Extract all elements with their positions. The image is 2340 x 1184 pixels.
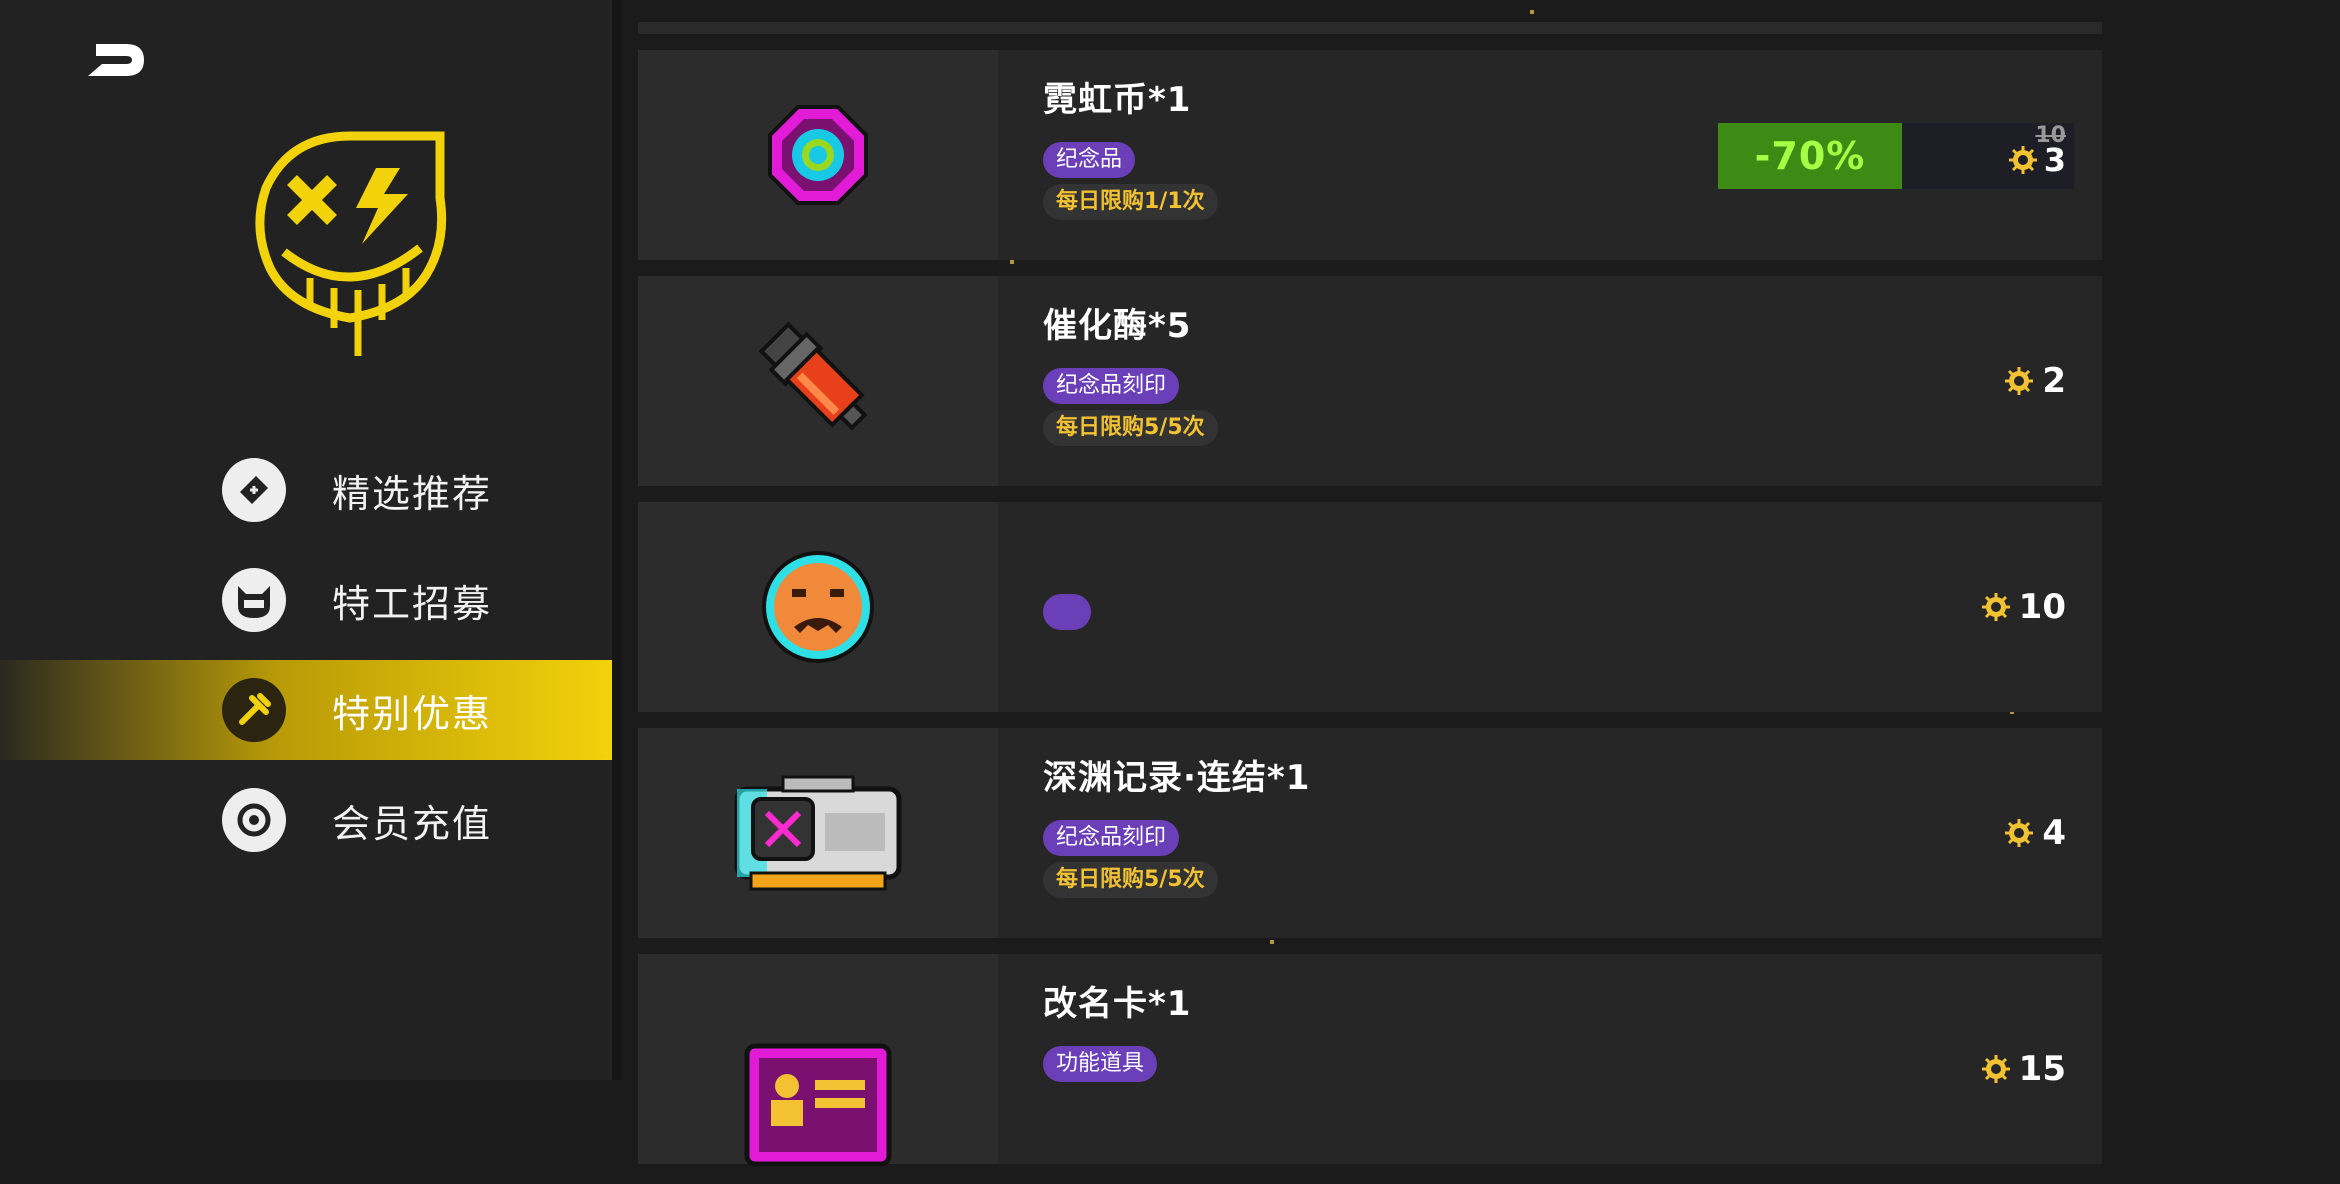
shop-item-card[interactable]: 深渊记录·连结*1 纪念品刻印 每日限购5/5次 4 (638, 728, 2102, 938)
nav-item-special-offers[interactable]: 特别优惠 (0, 660, 612, 760)
abyss-record-cartridge-icon (734, 775, 902, 891)
discount-badge: -70% (1718, 123, 1902, 189)
purchase-limit: 每日限购1/1次 (1043, 184, 1218, 220)
item-thumbnail (638, 50, 998, 260)
price-value: 10 (2018, 587, 2066, 627)
purchase-limit: 每日限购5/5次 (1043, 410, 1218, 446)
item-thumbnail (638, 728, 998, 938)
price-button[interactable]: 15 (1981, 954, 2066, 1184)
price-button[interactable]: 10 (1981, 502, 2066, 712)
item-thumbnail (638, 954, 998, 1167)
nav-item-membership-topup[interactable]: 会员充值 (0, 770, 612, 870)
shop-item-card[interactable]: 10 (638, 502, 2102, 712)
rename-card-icon (744, 1043, 892, 1167)
gear-coin-icon (2008, 146, 2037, 174)
gear-coin-icon (1981, 593, 2010, 621)
item-tag: 纪念品 (1043, 142, 1136, 178)
discounted-price: 3 (2008, 141, 2066, 179)
gear-coin-icon (2005, 367, 2034, 395)
price-value: 4 (2042, 813, 2066, 853)
purchase-limit: 每日限购5/5次 (1043, 862, 1218, 898)
item-tag: 功能道具 (1043, 1046, 1158, 1082)
catalyst-tube-icon (758, 321, 868, 431)
wrench-icon (222, 678, 286, 742)
sidebar: 精选推荐 特工招募 特别优惠 会员充值 (0, 0, 612, 1080)
nav-label: 特工招募 (332, 581, 493, 626)
item-thumbnail (638, 276, 998, 486)
price-value: 3 (2043, 141, 2066, 179)
item-tag: 纪念品刻印 (1043, 368, 1180, 404)
nav-label: 特别优惠 (332, 691, 493, 736)
item-thumbnail (638, 502, 998, 712)
ticket-icon (222, 458, 286, 522)
gear-coin-icon (2005, 819, 2034, 847)
price-button[interactable]: 4 (2004, 728, 2066, 938)
back-button[interactable] (82, 34, 152, 84)
right-backdrop (2102, 0, 2340, 1080)
price-value: 2 (2042, 361, 2066, 401)
shop-item-card[interactable]: 霓虹币*1 纪念品 每日限购1/1次 -70% 10 3 (638, 50, 2102, 260)
item-title: 深渊记录·连结*1 (1043, 758, 1311, 798)
shop-item-list[interactable]: 霓虹币*1 纪念品 每日限购1/1次 -70% 10 3 催化酶*5 纪念品刻印… (638, 0, 2102, 1167)
previous-card-edge (638, 22, 2102, 34)
agent-mask-icon (222, 568, 286, 632)
price-button[interactable]: -70% 10 3 (1718, 123, 2074, 189)
shop-item-card[interactable]: 改名卡*1 功能道具 15 (638, 954, 2102, 1167)
item-tag: 纪念品刻印 (1043, 820, 1180, 856)
nav-item-featured[interactable]: 精选推荐 (0, 440, 612, 540)
nav-item-agent-recruit[interactable]: 特工招募 (0, 550, 612, 650)
item-title: 霓虹币*1 (1043, 80, 1192, 120)
back-arrow-icon (88, 44, 144, 76)
neon-coin-icon (768, 105, 868, 205)
nav-label: 精选推荐 (332, 471, 493, 516)
item-title: 改名卡*1 (1043, 984, 1192, 1024)
shop-item-card[interactable]: 催化酶*5 纪念品刻印 每日限购5/5次 2 (638, 276, 2102, 486)
smiley-logo (250, 128, 450, 358)
item-title: 催化酶*5 (1043, 306, 1192, 346)
price-value: 15 (2018, 1049, 2066, 1089)
nav-label: 会员充值 (332, 801, 493, 846)
orange-face-badge-icon (762, 551, 874, 663)
sidebar-divider (612, 0, 622, 1080)
target-coin-icon (222, 788, 286, 852)
price-button[interactable]: 2 (2004, 276, 2066, 486)
sidebar-nav: 精选推荐 特工招募 特别优惠 会员充值 (0, 440, 612, 880)
item-tag-placeholder (1043, 594, 1091, 630)
